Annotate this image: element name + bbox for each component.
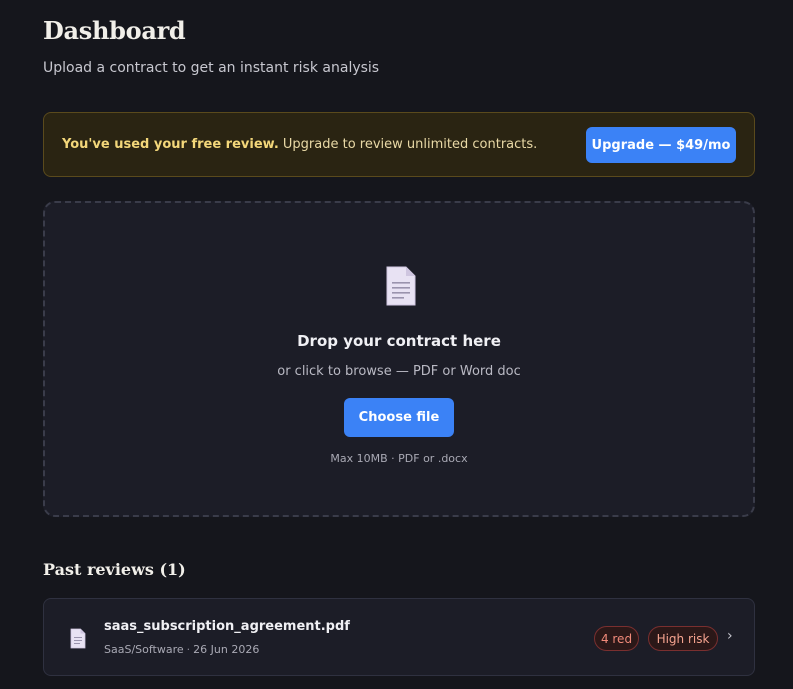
review-file-name: saas_subscription_agreement.pdf bbox=[104, 619, 350, 634]
document-icon bbox=[70, 628, 86, 649]
dashboard-page: Dashboard Upload a contract to get an in… bbox=[0, 0, 793, 689]
dropzone-subtitle: or click to browse — PDF or Word doc bbox=[277, 364, 521, 379]
banner-text: Upgrade to review unlimited contracts. bbox=[278, 137, 538, 152]
chevron-right-icon[interactable]: › bbox=[727, 628, 733, 644]
red-flags-badge: 4 red bbox=[594, 626, 639, 651]
review-list-item[interactable]: saas_subscription_agreement.pdf SaaS/Sof… bbox=[43, 598, 755, 676]
review-meta: SaaS/Software · 26 Jun 2026 bbox=[104, 643, 259, 656]
review-category: SaaS/Software bbox=[104, 643, 184, 656]
banner-message: You've used your free review. Upgrade to… bbox=[62, 137, 537, 152]
review-date: 26 Jun 2026 bbox=[193, 643, 260, 656]
file-dropzone[interactable]: Drop your contract here or click to brow… bbox=[43, 201, 755, 517]
risk-level-badge: High risk bbox=[648, 626, 718, 651]
dropzone-note: Max 10MB · PDF or .docx bbox=[330, 452, 468, 465]
banner-bold-text: You've used your free review. bbox=[62, 137, 279, 152]
upgrade-banner: You've used your free review. Upgrade to… bbox=[43, 112, 755, 177]
upgrade-button[interactable]: Upgrade — $49/mo bbox=[586, 127, 736, 163]
choose-file-button[interactable]: Choose file bbox=[344, 398, 454, 437]
page-subtitle: Upload a contract to get an instant risk… bbox=[43, 60, 380, 76]
meta-separator: · bbox=[186, 643, 191, 656]
page-title: Dashboard bbox=[43, 16, 186, 45]
document-icon bbox=[385, 265, 417, 307]
past-reviews-title: Past reviews (1) bbox=[43, 560, 186, 579]
dropzone-title: Drop your contract here bbox=[297, 332, 501, 350]
